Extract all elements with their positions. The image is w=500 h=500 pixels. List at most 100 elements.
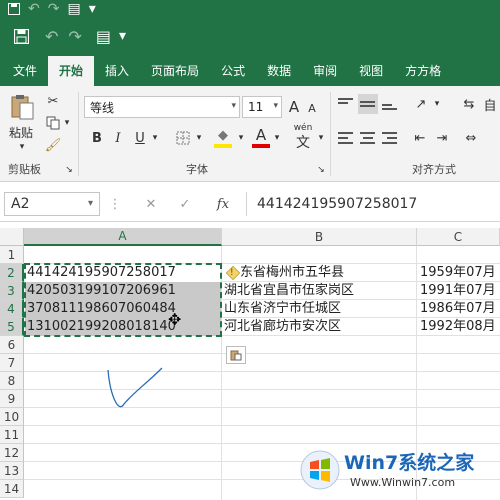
tab-insert[interactable]: 插入 (94, 56, 140, 86)
name-box[interactable]: A2 ▾ (4, 192, 100, 216)
form-icon[interactable]: ▤ (96, 27, 111, 46)
wrap-text-label[interactable]: 自 (480, 94, 500, 114)
phonetic-guide-button[interactable]: 文 (292, 134, 314, 151)
save-icon[interactable] (14, 28, 29, 44)
tab-review[interactable]: 审阅 (302, 56, 348, 86)
cell-c4[interactable]: 1986年07月 (418, 300, 500, 318)
worksheet-grid[interactable]: A B C 1 2 3 4 5 6 7 8 9 10 11 12 13 14 4… (0, 228, 500, 500)
paste-icon[interactable] (8, 92, 36, 122)
title-bar-top: ↶ ↷ ▤ ▾ (0, 0, 500, 18)
row-header[interactable]: 3 (0, 282, 24, 300)
tab-home[interactable]: 开始 (48, 56, 95, 86)
wrap-text-icon[interactable]: ⇆ (460, 94, 478, 114)
font-color-icon[interactable]: A (252, 126, 270, 144)
copy-dropdown-icon[interactable]: ▾ (62, 116, 72, 130)
fill-color-icon[interactable]: ◆ (214, 126, 232, 144)
tab-data[interactable]: 数据 (256, 56, 302, 86)
row-header[interactable]: 11 (0, 426, 24, 444)
watermark-brand: Win7系统之家 (344, 452, 475, 474)
tab-formulas[interactable]: 公式 (210, 56, 256, 86)
formula-bar-grip-icon[interactable]: ⋮ (109, 196, 122, 212)
row-header[interactable]: 14 (0, 480, 24, 498)
enter-icon[interactable]: ✓ (176, 195, 194, 213)
cell-b4[interactable]: 山东省济宁市任城区 (222, 300, 416, 318)
cut-icon[interactable]: ✂ (44, 92, 62, 110)
chevron-down-icon[interactable]: ▾ (150, 130, 160, 146)
cell-b3[interactable]: 湖北省宜昌市伍家岗区 (222, 282, 416, 300)
tab-fangfang[interactable]: 方方格 (394, 56, 452, 86)
tab-page-layout[interactable]: 页面布局 (140, 56, 210, 86)
save-icon[interactable] (8, 3, 20, 15)
align-top-icon[interactable] (336, 94, 356, 114)
undo-icon[interactable]: ↶ (28, 1, 40, 17)
cell-c5[interactable]: 1992年08月 (418, 318, 500, 336)
align-left-icon[interactable] (336, 128, 356, 148)
shrink-font-icon[interactable]: A (304, 100, 320, 116)
cell-c2[interactable]: 1959年07月 (418, 264, 500, 282)
chevron-down-icon[interactable]: ▾ (432, 96, 442, 112)
font-name-select[interactable]: 等线 ▾ (84, 96, 240, 118)
chevron-down-icon[interactable]: ▾ (316, 130, 326, 146)
decrease-indent-icon[interactable]: ⇤ (410, 128, 430, 148)
tab-file[interactable]: 文件 (2, 56, 48, 86)
chevron-down-icon[interactable]: ▾ (236, 130, 246, 146)
row-header[interactable]: 7 (0, 354, 24, 372)
cell-b5[interactable]: 河北省廊坊市安次区 (222, 318, 416, 336)
chevron-down-icon[interactable]: ▾ (272, 130, 282, 146)
error-warning-glyph: ! (230, 268, 234, 278)
move-cursor-icon: ✥ (168, 310, 182, 329)
row-header[interactable]: 5 (0, 318, 24, 336)
chevron-down-icon: ▾ (87, 198, 93, 209)
undo-icon[interactable]: ↶ (45, 27, 58, 46)
row-header[interactable]: 9 (0, 390, 24, 408)
copy-icon[interactable] (44, 114, 62, 132)
tab-view[interactable]: 视图 (348, 56, 394, 86)
column-header-a[interactable]: A (24, 228, 222, 246)
customize-toolbar-button[interactable]: ▾ (119, 28, 126, 44)
watermark-url: Www.Winwin7.com (350, 476, 456, 489)
cell-b2[interactable]: 东省梅州市五华县 (238, 264, 416, 282)
form-icon[interactable]: ▤ (67, 1, 80, 17)
insert-function-button[interactable]: fx (212, 195, 234, 213)
formula-input[interactable]: 441424195907258017 (246, 192, 496, 216)
format-painter-icon[interactable]: 🖌 (44, 136, 62, 154)
select-all-button[interactable] (0, 228, 24, 246)
column-header-b[interactable]: B (222, 228, 417, 246)
grow-font-icon[interactable]: A (285, 98, 303, 116)
row-header[interactable]: 8 (0, 372, 24, 390)
row-header[interactable]: 10 (0, 408, 24, 426)
gridline (24, 443, 500, 444)
redo-icon[interactable]: ↷ (48, 1, 60, 17)
row-header[interactable]: 13 (0, 462, 24, 480)
align-bottom-icon[interactable] (380, 94, 400, 114)
gridline (24, 407, 500, 408)
row-header[interactable]: 2 (0, 264, 24, 282)
italic-button[interactable]: I (110, 128, 126, 148)
chevron-down-icon[interactable]: ▾ (194, 130, 204, 146)
increase-indent-icon[interactable]: ⇥ (432, 128, 452, 148)
row-header[interactable]: 4 (0, 300, 24, 318)
borders-icon[interactable] (174, 128, 192, 148)
align-right-icon[interactable] (380, 128, 400, 148)
clipboard-launcher-icon[interactable]: ↘ (64, 164, 74, 176)
orientation-icon[interactable]: ↗ (410, 94, 432, 114)
fill-color-swatch (214, 144, 232, 148)
underline-button[interactable]: U (132, 128, 148, 148)
paste-dropdown-icon[interactable]: ▾ (14, 142, 30, 152)
redo-icon[interactable]: ↷ (68, 27, 81, 46)
row-header[interactable]: 6 (0, 336, 24, 354)
font-launcher-icon[interactable]: ↘ (316, 164, 326, 176)
bold-button[interactable]: B (88, 128, 106, 148)
row-header[interactable]: 12 (0, 444, 24, 462)
customize-toolbar-button[interactable]: ▾ (89, 1, 96, 17)
align-center-icon[interactable] (358, 128, 378, 148)
column-header-c[interactable]: C (417, 228, 500, 246)
font-size-select[interactable]: 11 ▾ (242, 96, 282, 118)
row-header[interactable]: 1 (0, 246, 24, 264)
align-middle-icon[interactable] (358, 94, 378, 114)
paste-options-button[interactable] (226, 346, 246, 364)
paste-button[interactable]: 粘贴 (6, 124, 36, 140)
cancel-icon[interactable]: ✕ (142, 195, 160, 213)
cell-c3[interactable]: 1991年07月 (418, 282, 500, 300)
merge-center-icon[interactable]: ⇔ (460, 128, 482, 148)
